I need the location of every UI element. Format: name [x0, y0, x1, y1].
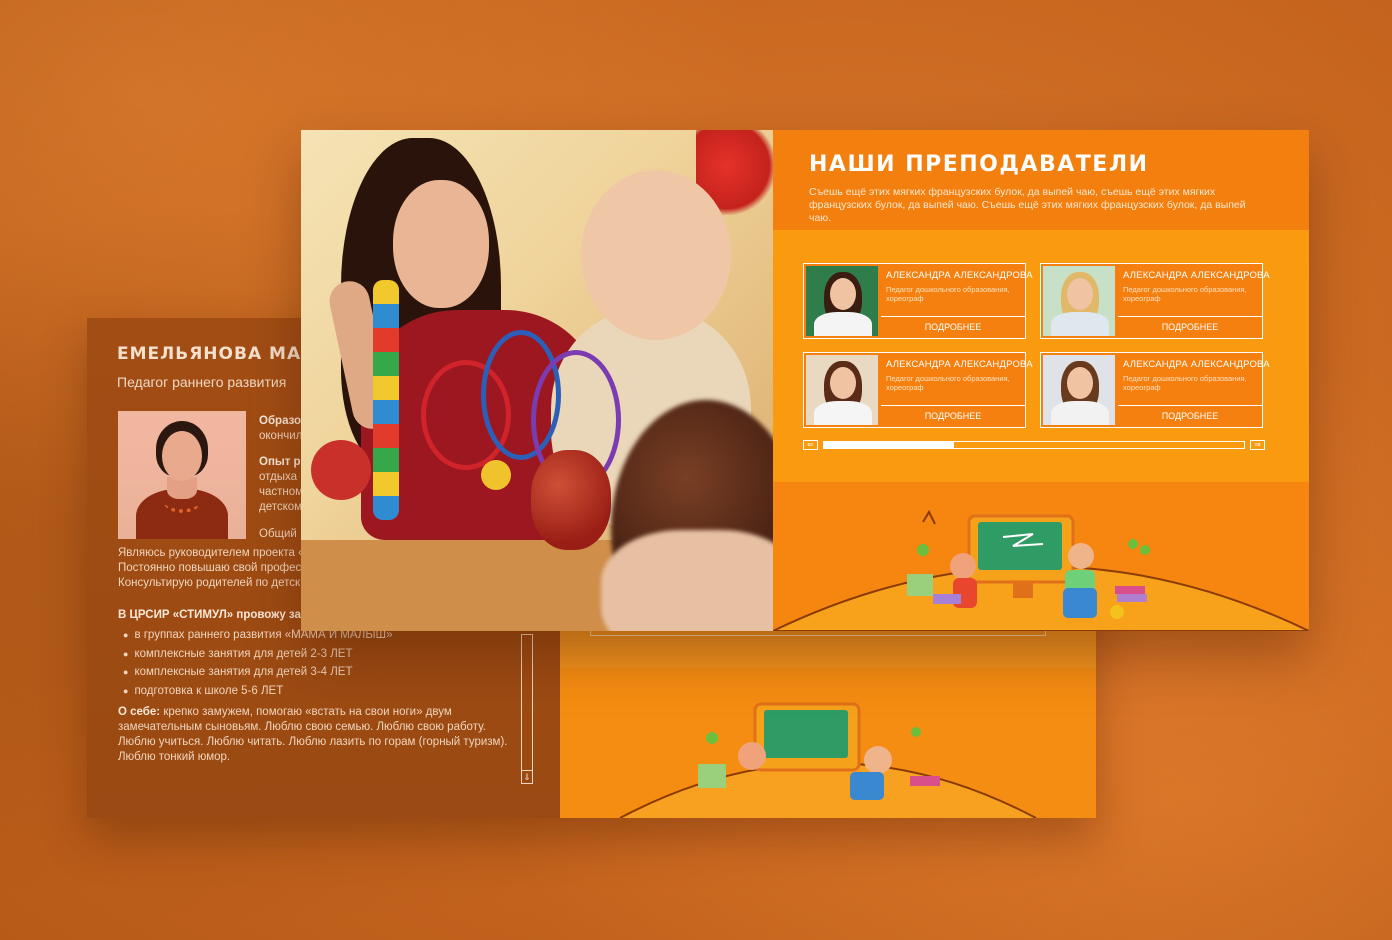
teacher-photo	[806, 355, 878, 425]
teachers-panel: НАШИ ПРЕПОДАВАТЕЛИ Съешь ещё этих мягких…	[773, 130, 1309, 631]
about-label: О себе:	[118, 706, 161, 718]
education-text: окончил	[259, 430, 303, 442]
teacher-photo	[1043, 266, 1115, 336]
experience-line: частном	[259, 486, 304, 498]
general-label: Общий	[259, 528, 297, 540]
teacher-card[interactable]: АЛЕКСАНДРА АЛЕКСАНДРОВА Педагог дошкольн…	[803, 352, 1033, 428]
profile-role: Педагог раннего развития	[117, 374, 287, 390]
more-button[interactable]: ПОДРОБНЕЕ	[1118, 405, 1262, 427]
bio-line: Являюсь руководителем проекта «	[118, 547, 305, 559]
teacher-name: АЛЕКСАНДРА АЛЕКСАНДРОВА	[1123, 270, 1270, 281]
teacher-name: АЛЕКСАНДРА АЛЕКСАНДРОВА	[886, 270, 1033, 281]
teacher-card[interactable]: АЛЕКСАНДРА АЛЕКСАНДРОВА Педагог дошкольн…	[1040, 263, 1270, 339]
slider-thumb[interactable]	[824, 442, 955, 448]
center-heading: В ЦРСИР «СТИМУЛ» провожу зан	[118, 609, 308, 621]
teacher-role: Педагог дошкольного образования, хореогр…	[1123, 374, 1247, 392]
prev-arrow-icon[interactable]: ⇐	[803, 440, 818, 450]
teacher-role: Педагог дошкольного образования, хореогр…	[886, 374, 1010, 392]
experience-label: Опыт ра	[259, 456, 307, 468]
more-button[interactable]: ПОДРОБНЕЕ	[881, 405, 1025, 427]
list-item: подготовка к школе 5-6 ЛЕТ	[123, 682, 392, 701]
kids-illustration	[773, 509, 1309, 631]
profile-name: ЕМЕЛЬЯНОВА МАРИ	[117, 344, 330, 364]
more-button[interactable]: ПОДРОБНЕЕ	[881, 316, 1025, 338]
back-illustration-area	[560, 668, 1096, 818]
kids-illustration	[619, 702, 1037, 818]
profile-photo	[118, 411, 246, 539]
teacher-card[interactable]: АЛЕКСАНДРА АЛЕКСАНДРОВА Педагог дошкольн…	[803, 263, 1033, 339]
experience-block: Опыт ра отдыха частном детском	[259, 455, 307, 515]
teachers-header: НАШИ ПРЕПОДАВАТЕЛИ Съешь ещё этих мягких…	[773, 130, 1309, 230]
teachers-card: НАШИ ПРЕПОДАВАТЕЛИ Съешь ещё этих мягких…	[301, 130, 1309, 631]
hero-photo	[301, 130, 773, 631]
list-item: комплексные занятия для детей 3-4 ЛЕТ	[123, 663, 392, 682]
section-title: НАШИ ПРЕПОДАВАТЕЛИ	[809, 152, 1149, 177]
teachers-slider[interactable]: ⇐ ⇒	[803, 440, 1267, 452]
about-text: крепко замужем, помогаю «встать на свои …	[118, 706, 508, 763]
more-button[interactable]: ПОДРОБНЕЕ	[1118, 316, 1262, 338]
slider-track[interactable]	[823, 441, 1245, 449]
experience-line: детском	[259, 501, 303, 513]
teacher-photo	[1043, 355, 1115, 425]
teacher-role: Педагог дошкольного образования, хореогр…	[886, 285, 1010, 303]
activities-list: в группах раннего развития «МАМА И МАЛЫШ…	[123, 626, 392, 700]
list-item: комплексные занятия для детей 2-3 ЛЕТ	[123, 645, 392, 664]
next-arrow-icon[interactable]: ⇒	[1250, 440, 1265, 450]
teacher-photo	[806, 266, 878, 336]
illustration-area	[773, 482, 1309, 631]
about-block: О себе: крепко замужем, помогаю «встать …	[118, 705, 518, 765]
bio-line: Консультирую родителей по детск	[118, 577, 301, 589]
teacher-name: АЛЕКСАНДРА АЛЕКСАНДРОВА	[1123, 359, 1270, 370]
teacher-name: АЛЕКСАНДРА АЛЕКСАНДРОВА	[886, 359, 1033, 370]
bio-line: Постоянно повышаю свой профес	[118, 562, 302, 574]
teacher-role: Педагог дошкольного образования, хореогр…	[1123, 285, 1247, 303]
section-description: Съешь ещё этих мягких французских булок,…	[809, 186, 1246, 224]
profile-scrollbar[interactable]	[521, 634, 533, 784]
experience-line: отдыха	[259, 471, 298, 483]
scroll-down-icon[interactable]: ⇓	[521, 770, 533, 784]
teachers-grid: АЛЕКСАНДРА АЛЕКСАНДРОВА Педагог дошкольн…	[773, 230, 1309, 482]
bio-lines: Являюсь руководителем проекта « Постоянн…	[118, 546, 305, 591]
teacher-card[interactable]: АЛЕКСАНДРА АЛЕКСАНДРОВА Педагог дошкольн…	[1040, 352, 1270, 428]
